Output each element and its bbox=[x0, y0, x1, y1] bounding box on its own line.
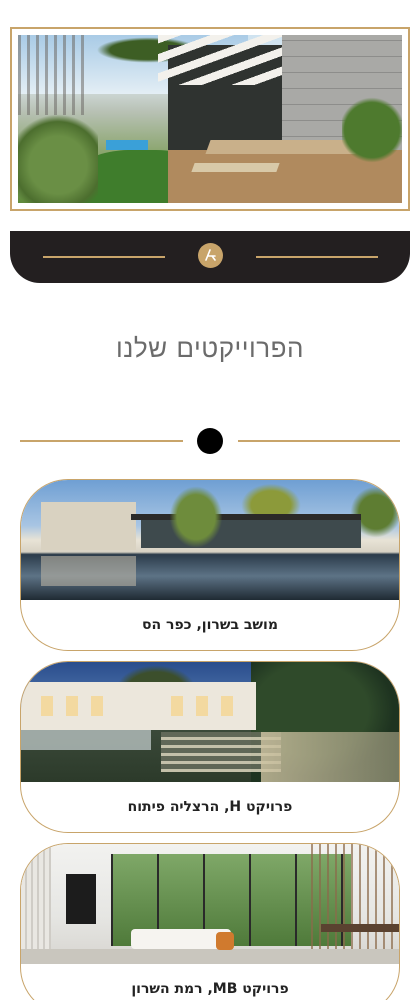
logo-bar bbox=[10, 231, 410, 283]
project-title[interactable]: מושב בשרון, כפר הס bbox=[21, 600, 399, 650]
logo-bar-line-right bbox=[256, 256, 378, 258]
project-card[interactable]: פרויקט MB, רמת השרון bbox=[20, 843, 400, 1000]
project-title[interactable]: פרויקט H, הרצליה פיתוח bbox=[21, 782, 399, 832]
hero-image bbox=[18, 35, 402, 203]
logo-bar-line-left bbox=[43, 256, 165, 258]
project-image[interactable] bbox=[21, 662, 399, 782]
logo-mark-icon bbox=[205, 249, 216, 261]
divider-line-left bbox=[20, 440, 183, 442]
project-image[interactable] bbox=[21, 480, 399, 600]
project-title[interactable]: פרויקט MB, רמת השרון bbox=[21, 964, 399, 1000]
project-card[interactable]: פרויקט H, הרצליה פיתוח bbox=[20, 661, 400, 833]
divider-line-right bbox=[238, 440, 400, 442]
project-card[interactable]: מושב בשרון, כפר הס bbox=[20, 479, 400, 651]
section-title: הפרוייקטים שלנו bbox=[115, 334, 305, 364]
project-image[interactable] bbox=[21, 844, 399, 964]
logo-icon[interactable] bbox=[198, 243, 223, 268]
hero-image-frame bbox=[10, 27, 410, 211]
divider-dot bbox=[197, 428, 223, 454]
